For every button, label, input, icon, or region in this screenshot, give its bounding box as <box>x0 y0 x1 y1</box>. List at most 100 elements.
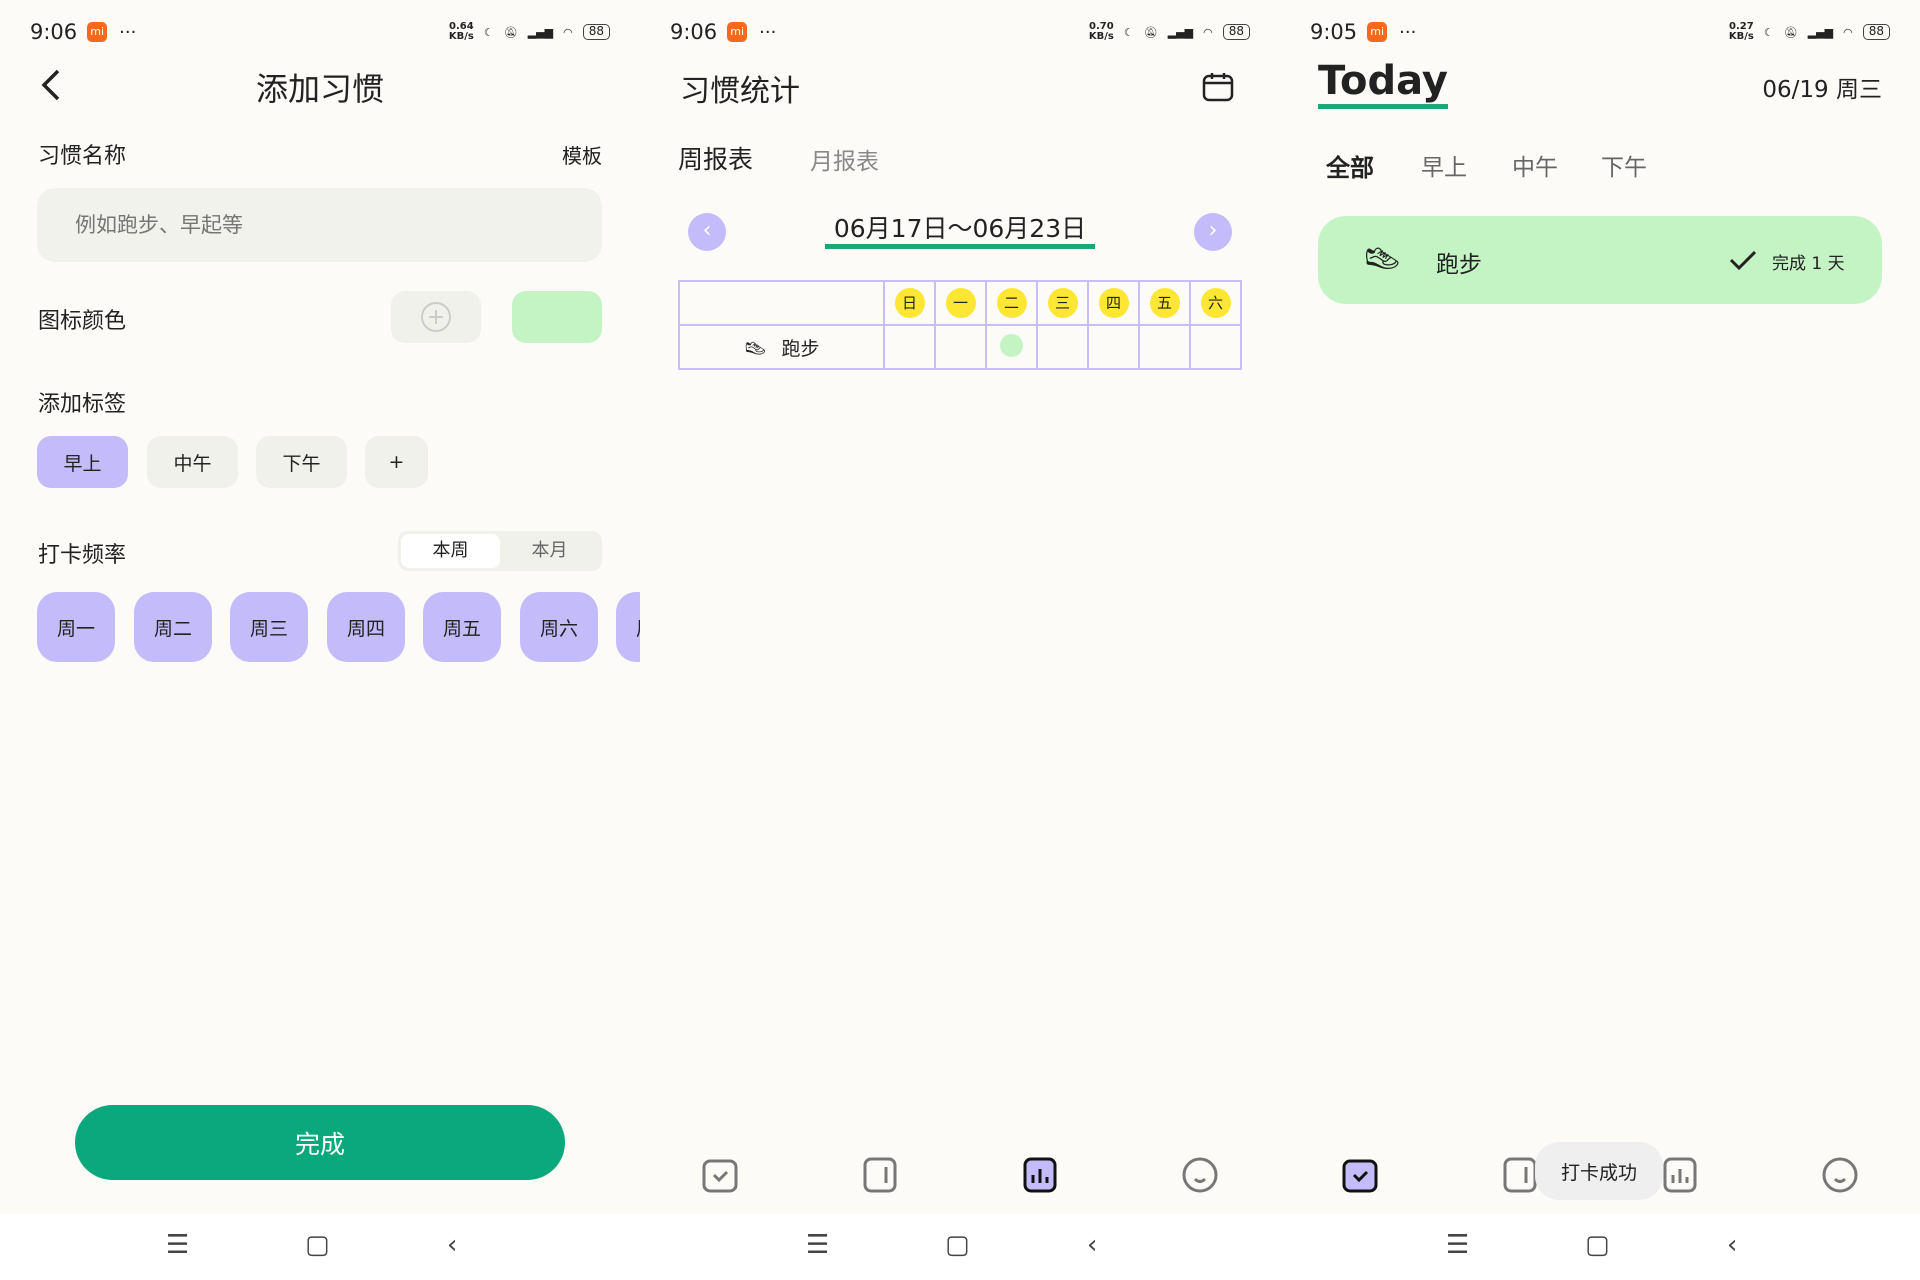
day-cell <box>1087 324 1140 370</box>
table-row: 👟︎ 跑步 <box>678 324 1242 370</box>
menu-icon[interactable]: ☰ <box>806 1230 829 1260</box>
tab-habits-icon[interactable] <box>1500 1155 1540 1195</box>
habit-card[interactable]: 👟︎ 跑步 完成 1 天 <box>1318 216 1882 304</box>
selected-color-swatch[interactable] <box>512 291 602 343</box>
day-cell <box>934 324 987 370</box>
clock: 9:06 <box>670 20 718 44</box>
this-month-option[interactable]: 本月 <box>500 534 599 568</box>
tab-profile-icon[interactable] <box>1820 1155 1860 1195</box>
day-cell <box>985 324 1038 370</box>
signal-icon: ▂▄▆ <box>527 25 554 39</box>
home-icon[interactable]: ▢ <box>945 1230 970 1260</box>
back-nav-icon[interactable]: ‹ <box>1087 1230 1097 1260</box>
home-icon[interactable]: ▢ <box>305 1230 330 1260</box>
back-nav-icon[interactable]: ‹ <box>1727 1230 1737 1260</box>
mute-icon: 🔕︎ <box>1783 25 1798 39</box>
signal-icon: ▂▄▆ <box>1807 25 1834 39</box>
calendar-icon[interactable] <box>1202 70 1234 102</box>
tab-stats-icon[interactable] <box>1020 1155 1060 1195</box>
battery-icon: 88 <box>1862 24 1890 40</box>
weekday-thu: 四 <box>1098 288 1129 318</box>
weekday-sat: 六 <box>1200 288 1231 318</box>
shoe-icon: 👟︎ <box>1362 240 1403 278</box>
done-dot <box>1000 333 1023 357</box>
menu-icon[interactable]: ☰ <box>166 1230 189 1260</box>
day-monday[interactable]: 周一 <box>37 592 115 662</box>
done-button[interactable]: 完成 <box>75 1105 565 1180</box>
moon-icon: ☾ <box>483 25 494 39</box>
filter-afternoon[interactable]: 下午 <box>1601 148 1647 182</box>
network-speed: 0.27 KB/s <box>1728 21 1754 42</box>
habit-stats-screen: 9:06 mi ··· 0.70 KB/s ☾ 🔕︎ ▂▄▆ ◠ 88 习惯统计 周报表 月报表… <box>640 0 1280 1280</box>
home-icon[interactable]: ▢ <box>1585 1230 1610 1260</box>
tab-weekly[interactable]: 周报表 <box>678 140 753 176</box>
more-notifications-icon: ··· <box>759 21 777 43</box>
day-saturday[interactable]: 周六 <box>520 592 598 662</box>
day-thursday[interactable]: 周四 <box>327 592 405 662</box>
day-wednesday[interactable]: 周三 <box>230 592 308 662</box>
today-screen: 9:05 mi ··· 0.27 KB/s ☾ 🔕︎ ▂▄▆ ◠ 88 Today 06/19 … <box>1280 0 1920 1280</box>
icon-color-label: 图标颜色 <box>38 309 127 334</box>
plus-circle-icon <box>421 302 451 332</box>
day-friday[interactable]: 周五 <box>423 592 501 662</box>
wifi-icon: ◠ <box>563 25 573 39</box>
network-speed: 0.64 KB/s <box>448 21 474 42</box>
habit-name-label: 习惯名称 <box>38 144 127 169</box>
tab-habits-icon[interactable] <box>860 1155 900 1195</box>
system-nav-bar: ☰ ▢ ‹ <box>1280 1214 1920 1280</box>
tab-monthly[interactable]: 月报表 <box>810 142 879 176</box>
frequency-label: 打卡频率 <box>38 543 127 568</box>
filter-morning[interactable]: 早上 <box>1421 148 1467 182</box>
this-week-option[interactable]: 本周 <box>401 534 500 568</box>
day-cell <box>883 324 936 370</box>
weekday-sun: 日 <box>894 288 925 318</box>
tag-afternoon[interactable]: 下午 <box>256 436 347 488</box>
battery-icon: 88 <box>582 24 610 40</box>
filter-all[interactable]: 全部 <box>1326 148 1374 183</box>
back-nav-icon[interactable]: ‹ <box>447 1230 457 1260</box>
tag-noon[interactable]: 中午 <box>147 436 238 488</box>
tab-today-icon[interactable] <box>1340 1155 1380 1195</box>
day-tuesday[interactable]: 周二 <box>134 592 212 662</box>
clock: 9:05 <box>1310 20 1358 44</box>
status-bar: 9:06 mi ··· 0.70 KB/s ☾ 🔕︎ ▂▄▆ ◠ 88 <box>670 12 1250 52</box>
add-tag-button[interactable]: + <box>365 436 428 488</box>
more-notifications-icon: ··· <box>1399 21 1417 43</box>
tab-profile-icon[interactable] <box>1180 1155 1220 1195</box>
prev-week-button[interactable]: ‹ <box>688 213 726 251</box>
template-link[interactable]: 模板 <box>562 140 602 169</box>
weekly-table: 日 一 二 三 四 五 六 👟︎ 跑步 <box>678 280 1242 370</box>
today-date: 06/19 周三 <box>1762 77 1882 103</box>
next-week-button[interactable]: › <box>1194 213 1232 251</box>
battery-icon: 88 <box>1222 24 1250 40</box>
date-range: 06月17日～06月23日 <box>825 214 1095 249</box>
mi-icon: mi <box>1367 22 1388 42</box>
status-bar: 9:05 mi ··· 0.27 KB/s ☾ 🔕︎ ▂▄▆ ◠ 88 <box>1310 12 1890 52</box>
page-title: Today <box>1318 58 1448 109</box>
network-speed: 0.70 KB/s <box>1088 21 1114 42</box>
moon-icon: ☾ <box>1123 25 1134 39</box>
add-color-button[interactable] <box>391 291 481 343</box>
weekday-fri: 五 <box>1149 288 1180 318</box>
add-habit-screen: 9:06 mi ··· 0.64 KB/s ☾ 🔕︎ ▂▄▆ ◠ 88 添加习惯 习惯名称 模板… <box>0 0 694 1280</box>
clock: 9:06 <box>30 20 78 44</box>
menu-icon[interactable]: ☰ <box>1446 1230 1469 1260</box>
shoe-icon: 👟︎ <box>743 337 768 360</box>
mi-icon: mi <box>727 22 748 42</box>
habit-name-input[interactable] <box>37 188 602 262</box>
tab-stats-icon[interactable] <box>1660 1155 1700 1195</box>
mute-icon: 🔕︎ <box>1143 25 1158 39</box>
tag-morning[interactable]: 早上 <box>37 436 128 488</box>
day-cell <box>1189 324 1242 370</box>
weekday-tue: 二 <box>996 288 1027 318</box>
day-cell <box>1036 324 1089 370</box>
status-bar: 9:06 mi ··· 0.64 KB/s ☾ 🔕︎ ▂▄▆ ◠ 88 <box>30 12 610 52</box>
system-nav-bar: ☰ ▢ ‹ <box>640 1214 1280 1280</box>
weekday-header-row: 日 一 二 三 四 五 六 <box>678 280 1242 326</box>
moon-icon: ☾ <box>1763 25 1774 39</box>
tab-today-icon[interactable] <box>700 1155 740 1195</box>
filter-noon[interactable]: 中午 <box>1512 148 1558 182</box>
weekday-mon: 一 <box>945 288 976 318</box>
frequency-toggle: 本周 本月 <box>398 531 602 571</box>
page-title: 习惯统计 <box>680 74 800 109</box>
